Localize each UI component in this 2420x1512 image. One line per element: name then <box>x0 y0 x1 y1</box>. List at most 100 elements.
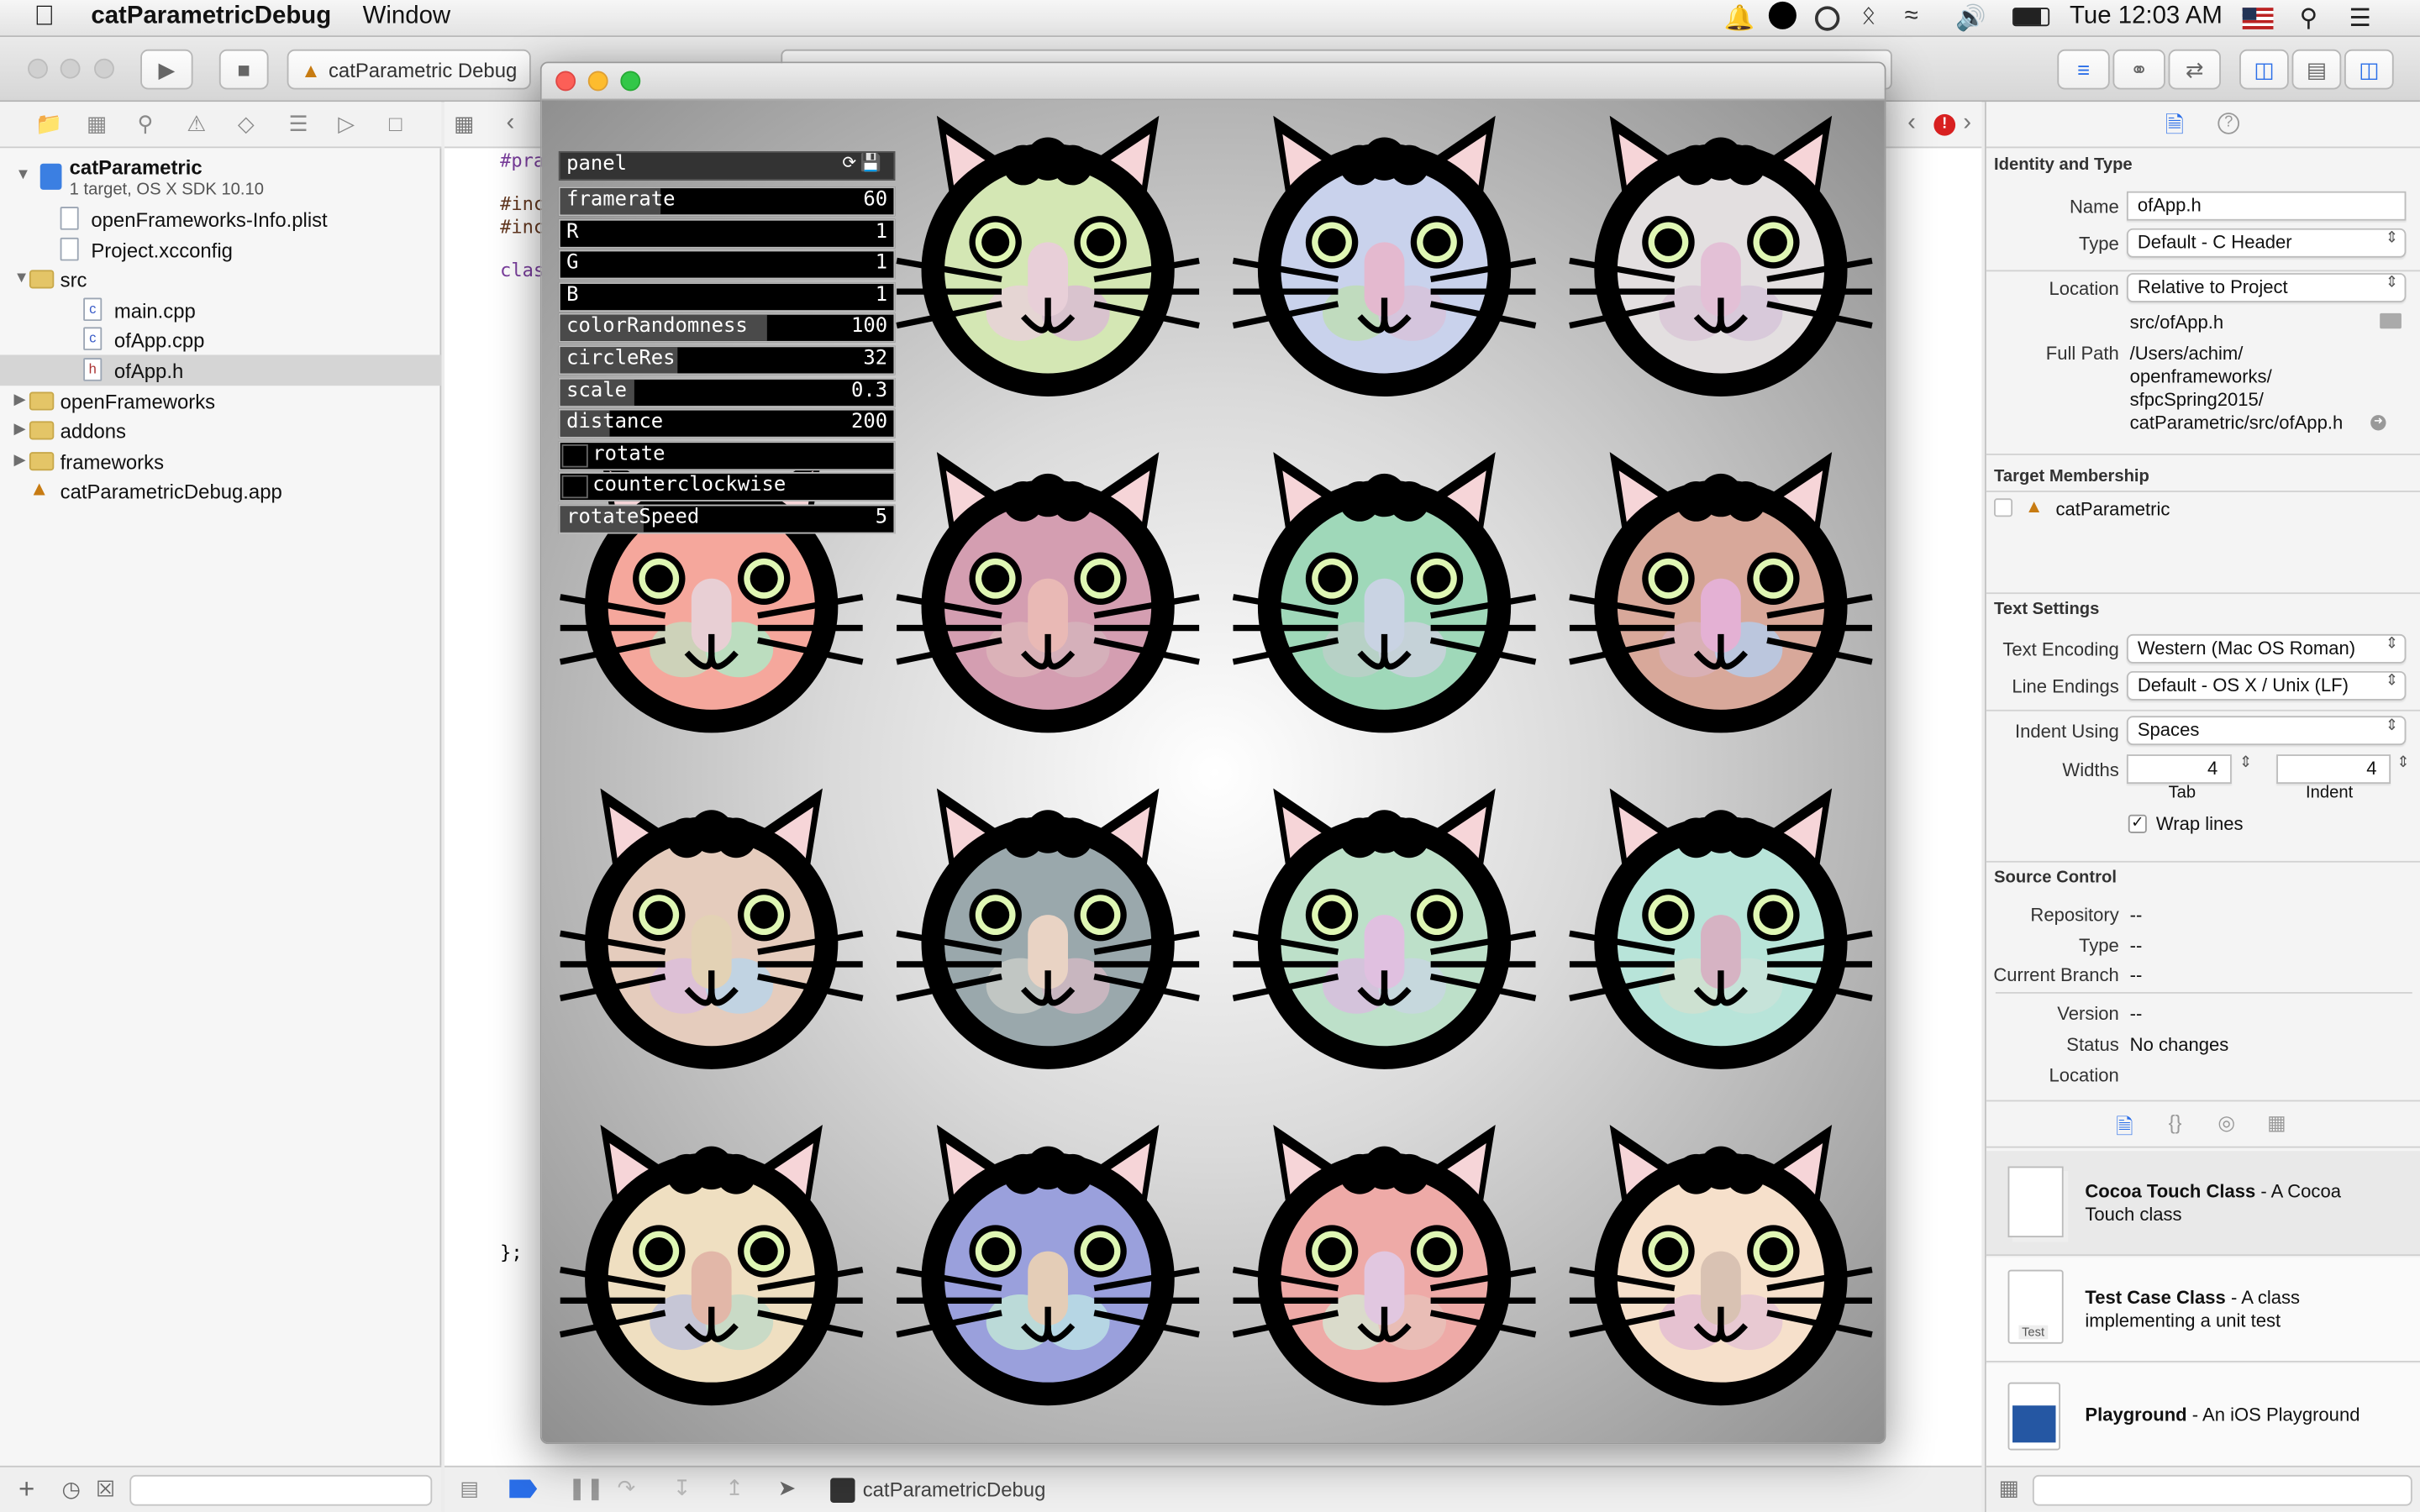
wifi-icon[interactable]: ≈ <box>1904 3 1918 31</box>
bluetooth-icon[interactable]: ᛟ <box>1861 3 1876 31</box>
navigator-item[interactable]: ▶ openFrameworks <box>0 385 441 416</box>
volume-icon[interactable]: 🔊 <box>1955 3 1986 34</box>
run-button[interactable]: ▶ <box>140 49 193 90</box>
slider-param[interactable]: rotateSpeed 5 <box>558 504 896 534</box>
toggle-checkbox[interactable] <box>561 475 588 499</box>
slider-param[interactable]: colorRandomness 100 <box>558 313 896 344</box>
symbol-navigator-icon[interactable]: ▦ <box>87 111 107 137</box>
hide-debug-area-icon[interactable]: ▤ <box>460 1477 479 1501</box>
file-template-library-icon[interactable]: 🗎 <box>2116 1110 2133 1147</box>
toggle-param[interactable]: rotate <box>558 440 896 470</box>
notifications-icon[interactable]: 🔔 <box>1724 3 1755 34</box>
library-filter-field[interactable] <box>2032 1474 2412 1506</box>
clock[interactable]: Tue 12:03 AM <box>2070 3 2223 31</box>
project-root[interactable]: ▼ catParametric 1 target, OS X SDK 10.10 <box>0 151 441 203</box>
notification-center-icon[interactable]: ☰ <box>2349 3 2370 34</box>
add-icon[interactable]: + <box>18 1473 34 1506</box>
navigator-item[interactable]: h ofApp.h <box>0 354 442 386</box>
report-navigator-icon[interactable]: □ <box>389 111 402 135</box>
disclosure-closed-icon[interactable]: ▶ <box>14 391 26 408</box>
tab-width-field[interactable]: 4 <box>2126 754 2232 785</box>
slider-param[interactable]: G1 <box>558 249 896 280</box>
disclosure-closed-icon[interactable]: ▶ <box>14 422 26 438</box>
app-zoom-button[interactable] <box>620 71 641 92</box>
navigator-item[interactable]: c ofApp.cpp <box>0 324 441 355</box>
panel-load-icon[interactable]: ⟳ <box>842 153 856 173</box>
target-checkbox[interactable] <box>1994 498 2013 517</box>
spotlight-icon[interactable]: ⚲ <box>2300 3 2318 34</box>
error-badge-icon[interactable]: ! <box>1933 113 1956 136</box>
flag-icon[interactable] <box>2242 8 2274 29</box>
minimize-button[interactable] <box>60 58 81 79</box>
assistant-editor-button[interactable]: ⚭ <box>2112 49 2165 90</box>
scm-filter-icon[interactable]: ☒ <box>96 1477 115 1503</box>
recent-files-icon[interactable]: ◷ <box>61 1477 80 1503</box>
breakpoint-navigator-icon[interactable]: ▷ <box>338 111 355 137</box>
slider-param[interactable]: distance 200 <box>558 409 896 438</box>
navigator-item[interactable]: ▶ addons <box>0 415 441 446</box>
app-canvas[interactable]: panel ⟳ 💾 framerate 60 R 1 G 1 B 1 colorRandomne… <box>541 100 1885 1443</box>
tab-width-stepper[interactable]: ⇕ <box>2239 754 2252 771</box>
close-button[interactable] <box>28 58 48 79</box>
text-encoding-popup[interactable]: Western (Mac OS Roman) ⇕ <box>2126 633 2407 664</box>
debug-navigator-icon[interactable]: ☰ <box>288 111 308 137</box>
slider-param[interactable]: B1 <box>558 281 896 312</box>
stop-button[interactable]: ■ <box>218 49 269 90</box>
location-popup[interactable]: Relative to Project ⇕ <box>2126 273 2407 302</box>
back-icon[interactable]: ‹ <box>506 109 514 137</box>
media-library-icon[interactable]: ▦ <box>2267 1110 2286 1135</box>
scheme-selector[interactable]: ▲ catParametric Debug <box>287 49 531 90</box>
slider-param[interactable]: scale 0.3 <box>558 377 896 407</box>
slider-param[interactable]: framerate 60 <box>558 186 896 217</box>
toggle-navigator-button[interactable]: ◫ <box>2239 49 2289 90</box>
toggle-param[interactable]: counterclockwise <box>558 472 896 502</box>
line-endings-popup[interactable]: Default - OS X / Unix (LF) ⇕ <box>2126 670 2407 701</box>
disclosure-closed-icon[interactable]: ▶ <box>14 452 26 469</box>
panel-save-icon[interactable]: 💾 <box>860 153 881 173</box>
apple-icon[interactable]:  <box>34 0 55 33</box>
indent-using-popup[interactable]: Spaces ⇕ <box>2126 716 2407 746</box>
previous-issue-icon[interactable]: ‹ <box>1907 109 1916 137</box>
toggle-checkbox[interactable] <box>561 444 588 468</box>
app-close-button[interactable] <box>555 71 576 92</box>
filter-field[interactable] <box>129 1474 433 1506</box>
navigator-item[interactable]: ▲ catParametricDebug.app <box>0 475 441 507</box>
pause-icon[interactable]: ❚❚ <box>568 1475 604 1501</box>
test-navigator-icon[interactable]: ◇ <box>238 111 255 137</box>
battery-icon[interactable] <box>2012 8 2050 27</box>
library-item[interactable]: Cocoa Touch Class - A Cocoa Touch class <box>1986 1151 2420 1257</box>
simulate-location-icon[interactable]: ➤ <box>778 1475 797 1501</box>
slider-param[interactable]: R1 <box>558 218 896 248</box>
app-menu[interactable]: catParametricDebug <box>91 3 331 31</box>
navigator-item[interactable]: Project.xcconfig <box>0 234 441 265</box>
name-field[interactable]: ofApp.h <box>2126 191 2407 221</box>
reveal-in-finder-icon[interactable]: ➜ <box>2370 415 2386 431</box>
messages-icon[interactable] <box>1768 1 1797 29</box>
indent-width-field[interactable]: 4 <box>2276 754 2391 785</box>
time-machine-icon[interactable] <box>1814 6 1840 31</box>
project-navigator-icon[interactable]: 📁 <box>35 111 62 137</box>
reveal-folder-icon[interactable] <box>2380 312 2402 329</box>
panel-header[interactable]: panel ⟳ 💾 <box>558 150 896 181</box>
slider-param[interactable]: circleRes 32 <box>558 345 896 375</box>
find-navigator-icon[interactable]: ⚲ <box>137 111 153 137</box>
quick-help-icon[interactable]: ? <box>2217 113 2240 134</box>
zoom-button[interactable] <box>94 58 114 79</box>
object-library-icon[interactable]: ◎ <box>2217 1110 2235 1135</box>
grid-view-icon[interactable]: ▦ <box>1999 1475 2019 1501</box>
next-issue-icon[interactable]: › <box>1963 109 1971 137</box>
toggle-debug-area-button[interactable]: ▤ <box>2291 49 2342 90</box>
wrap-lines-checkbox[interactable]: ✓ <box>2128 814 2147 833</box>
step-into-icon[interactable]: ↧ <box>673 1475 692 1501</box>
disclosure-open-icon[interactable]: ▼ <box>15 166 30 183</box>
step-over-icon[interactable]: ↷ <box>618 1475 636 1501</box>
library-item[interactable]: Test Test Case Class - A class implement… <box>1986 1257 2420 1362</box>
app-minimize-button[interactable] <box>587 71 608 92</box>
library-item[interactable]: Playground - An iOS Playground <box>1986 1363 2420 1469</box>
type-popup[interactable]: Default - C Header ⇕ <box>2126 228 2407 258</box>
standard-editor-button[interactable]: ≡ <box>2057 49 2110 90</box>
breakpoints-toggle-icon[interactable] <box>509 1479 538 1499</box>
navigator-item[interactable]: ▶ frameworks <box>0 445 441 476</box>
step-out-icon[interactable]: ↥ <box>725 1475 744 1501</box>
issue-navigator-icon[interactable]: ⚠ <box>187 111 206 137</box>
